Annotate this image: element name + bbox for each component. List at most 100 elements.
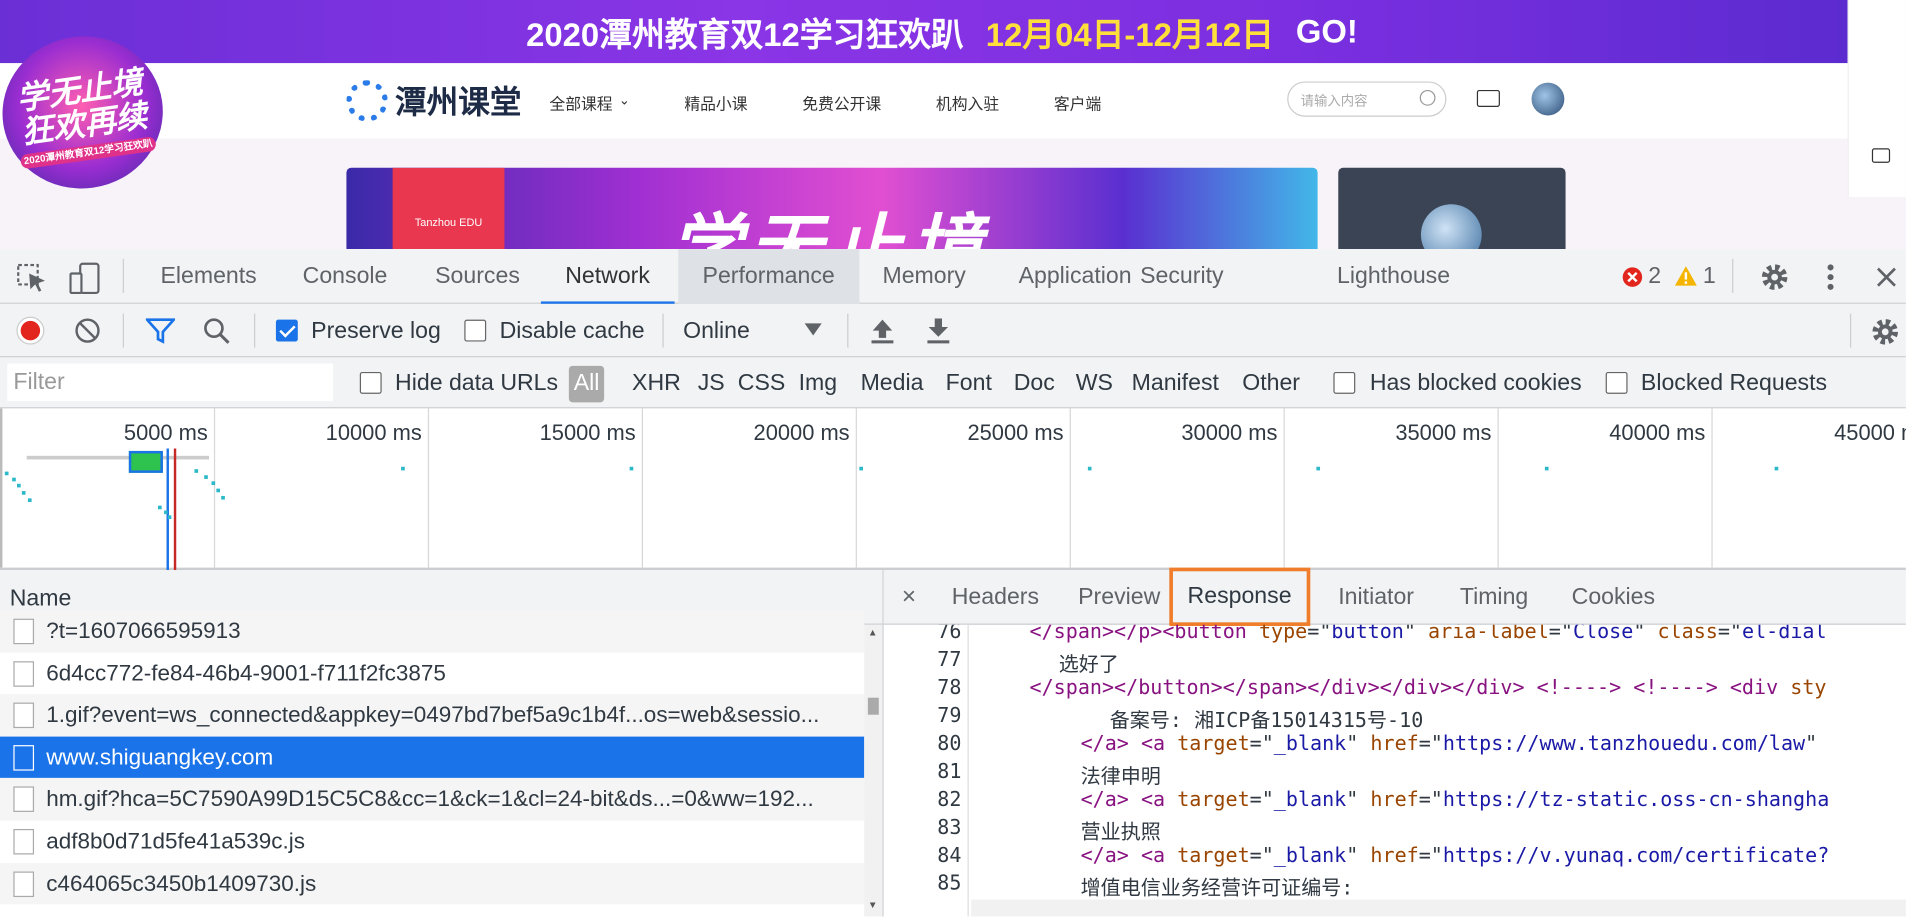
disable-cache-label[interactable]: Disable cache [500, 318, 645, 345]
request-row[interactable]: c464065c3450b1409730.js [0, 862, 865, 905]
search-icon[interactable] [1419, 89, 1436, 106]
settings-gear-icon[interactable] [1759, 261, 1791, 293]
export-har-icon[interactable] [925, 316, 952, 345]
network-overview[interactable]: 5000 ms 10000 ms 15000 ms 20000 ms 25000 ms 3… [0, 408, 1906, 571]
disable-cache-checkbox[interactable] [464, 319, 487, 342]
import-har-icon[interactable] [869, 316, 896, 345]
request-name: c464065c3450b1409730.js [46, 869, 317, 896]
request-row[interactable]: www.shiguangkey.com [0, 736, 865, 779]
warning-icon[interactable] [1674, 265, 1698, 287]
filter-type-doc[interactable]: Doc [1014, 357, 1055, 408]
detail-tab-response[interactable]: Response [1169, 567, 1310, 626]
preserve-log-label[interactable]: Preserve log [311, 318, 441, 345]
tab-sources[interactable]: Sources [411, 249, 544, 304]
device-toolbar-icon[interactable] [69, 262, 101, 295]
site-search-input[interactable]: 请输入内容 [1287, 81, 1447, 117]
record-icon[interactable] [16, 316, 45, 345]
error-count[interactable]: 2 [1648, 264, 1661, 291]
request-row[interactable]: adf8b0d71d5fe41a539c.js [0, 820, 864, 862]
scrollbar-thumb[interactable] [867, 697, 879, 715]
blocked-requests-checkbox[interactable] [1605, 371, 1628, 394]
request-row[interactable]: 1.gif?event=ws_connected&appkey=0497bd7b… [0, 694, 865, 737]
user-avatar[interactable] [1531, 82, 1565, 116]
close-devtools-icon[interactable] [1876, 266, 1898, 288]
scroll-up-icon[interactable]: ▲ [868, 627, 878, 638]
detail-tab-cookies[interactable]: Cookies [1572, 570, 1655, 625]
site-logo[interactable]: 潭州课堂 [346, 78, 521, 123]
network-settings-icon[interactable] [1869, 316, 1901, 348]
tab-console[interactable]: Console [278, 249, 411, 304]
filter-type-other[interactable]: Other [1242, 357, 1300, 408]
filter-type-img[interactable]: Img [799, 357, 838, 408]
side-card[interactable] [1338, 167, 1566, 250]
warning-count[interactable]: 1 [1703, 264, 1716, 291]
timeline-tick-label: 40000 ms [1609, 420, 1706, 445]
tab-network[interactable]: Network [540, 249, 675, 304]
filter-type-ws[interactable]: WS [1076, 357, 1113, 408]
filter-type-css[interactable]: CSS [738, 357, 785, 408]
nav-client[interactable]: 客户端 [1054, 91, 1101, 114]
inspect-element-icon[interactable] [17, 263, 49, 293]
detail-tab-preview[interactable]: Preview [1078, 570, 1160, 625]
hide-data-urls-checkbox[interactable] [359, 371, 382, 394]
request-row[interactable]: hm.gif?hca=5C7590A99D15C5C8&cc=1&ck=1&cl… [0, 778, 865, 821]
filter-icon[interactable] [145, 317, 176, 344]
tab-performance[interactable]: Performance [678, 249, 860, 304]
more-options-icon[interactable] [1826, 264, 1836, 293]
code-line: 选好了 [1059, 648, 1119, 677]
line-number: 85 [937, 871, 962, 895]
file-icon [13, 871, 35, 897]
nav-premium[interactable]: 精品小课 [684, 91, 747, 114]
hide-data-urls-label[interactable]: Hide data URLs [395, 357, 558, 408]
waterfall-dot [167, 515, 172, 520]
code-token: " [1403, 624, 1429, 643]
tab-memory[interactable]: Memory [858, 249, 990, 304]
filter-type-all[interactable]: All [568, 365, 605, 403]
dropdown-arrow-icon[interactable] [804, 322, 822, 337]
overview-range[interactable] [26, 455, 210, 460]
code-token: 备案号: 湘ICP备15014315号-10 [1109, 708, 1424, 732]
search-placeholder: 请输入内容 [1300, 94, 1368, 110]
close-detail-icon[interactable]: × [902, 570, 916, 625]
filter-type-js[interactable]: JS [698, 357, 725, 408]
throttling-select[interactable]: Online [683, 318, 750, 345]
waterfall-dot [164, 510, 168, 515]
filter-type-manifest[interactable]: Manifest [1132, 357, 1219, 408]
request-row[interactable]: 6d4cc772-fe84-46b4-9001-f711f2fc3875 [0, 652, 864, 694]
filter-type-xhr[interactable]: XHR [632, 357, 681, 408]
blocked-requests-label[interactable]: Blocked Requests [1641, 357, 1827, 408]
line-number: 76 [937, 624, 962, 643]
has-blocked-cookies-label[interactable]: Has blocked cookies [1370, 357, 1582, 408]
filter-type-font[interactable]: Font [946, 357, 992, 408]
filter-type-media[interactable]: Media [861, 357, 924, 408]
search-icon[interactable] [202, 316, 231, 345]
toolbar-separator [122, 313, 124, 348]
tab-lighthouse[interactable]: Lighthouse [1313, 249, 1475, 304]
detail-tab-initiator[interactable]: Initiator [1338, 570, 1414, 625]
nav-free-courses[interactable]: 免费公开课 [802, 91, 881, 114]
nav-institution[interactable]: 机构入驻 [936, 91, 999, 114]
tab-security[interactable]: Security [1116, 249, 1248, 304]
promo-banner[interactable]: 2020潭州教育双12学习狂欢趴 12月04日-12月12日 GO! [0, 0, 1848, 64]
clear-icon[interactable] [73, 316, 102, 345]
preserve-log-checkbox[interactable] [275, 319, 298, 342]
waterfall-dot [158, 505, 162, 510]
request-list-scrollbar[interactable]: ▲ ▼ [864, 624, 883, 917]
overview-selection[interactable] [128, 450, 163, 473]
code-line: 法律申明 [1081, 760, 1161, 789]
code-token: href [1370, 731, 1419, 755]
request-row[interactable]: ?t=1607066595913 [0, 610, 865, 653]
mail-icon[interactable] [1476, 89, 1500, 107]
filter-input[interactable]: Filter [7, 363, 334, 402]
error-icon[interactable] [1621, 266, 1643, 288]
chat-icon[interactable] [1871, 148, 1891, 163]
response-hscrollbar[interactable] [971, 899, 1906, 917]
response-viewer[interactable]: 76 </span></p><button type="button" aria-… [883, 624, 1906, 917]
detail-tab-headers[interactable]: Headers [952, 570, 1039, 625]
hero-banner[interactable]: Tanzhou EDU 学无止境 [346, 167, 1318, 250]
scroll-down-icon[interactable]: ▼ [868, 899, 878, 910]
has-blocked-cookies-checkbox[interactable] [1333, 371, 1356, 394]
tab-elements[interactable]: Elements [136, 249, 281, 304]
nav-all-courses[interactable]: 全部课程 [549, 91, 612, 114]
detail-tab-timing[interactable]: Timing [1460, 570, 1528, 625]
